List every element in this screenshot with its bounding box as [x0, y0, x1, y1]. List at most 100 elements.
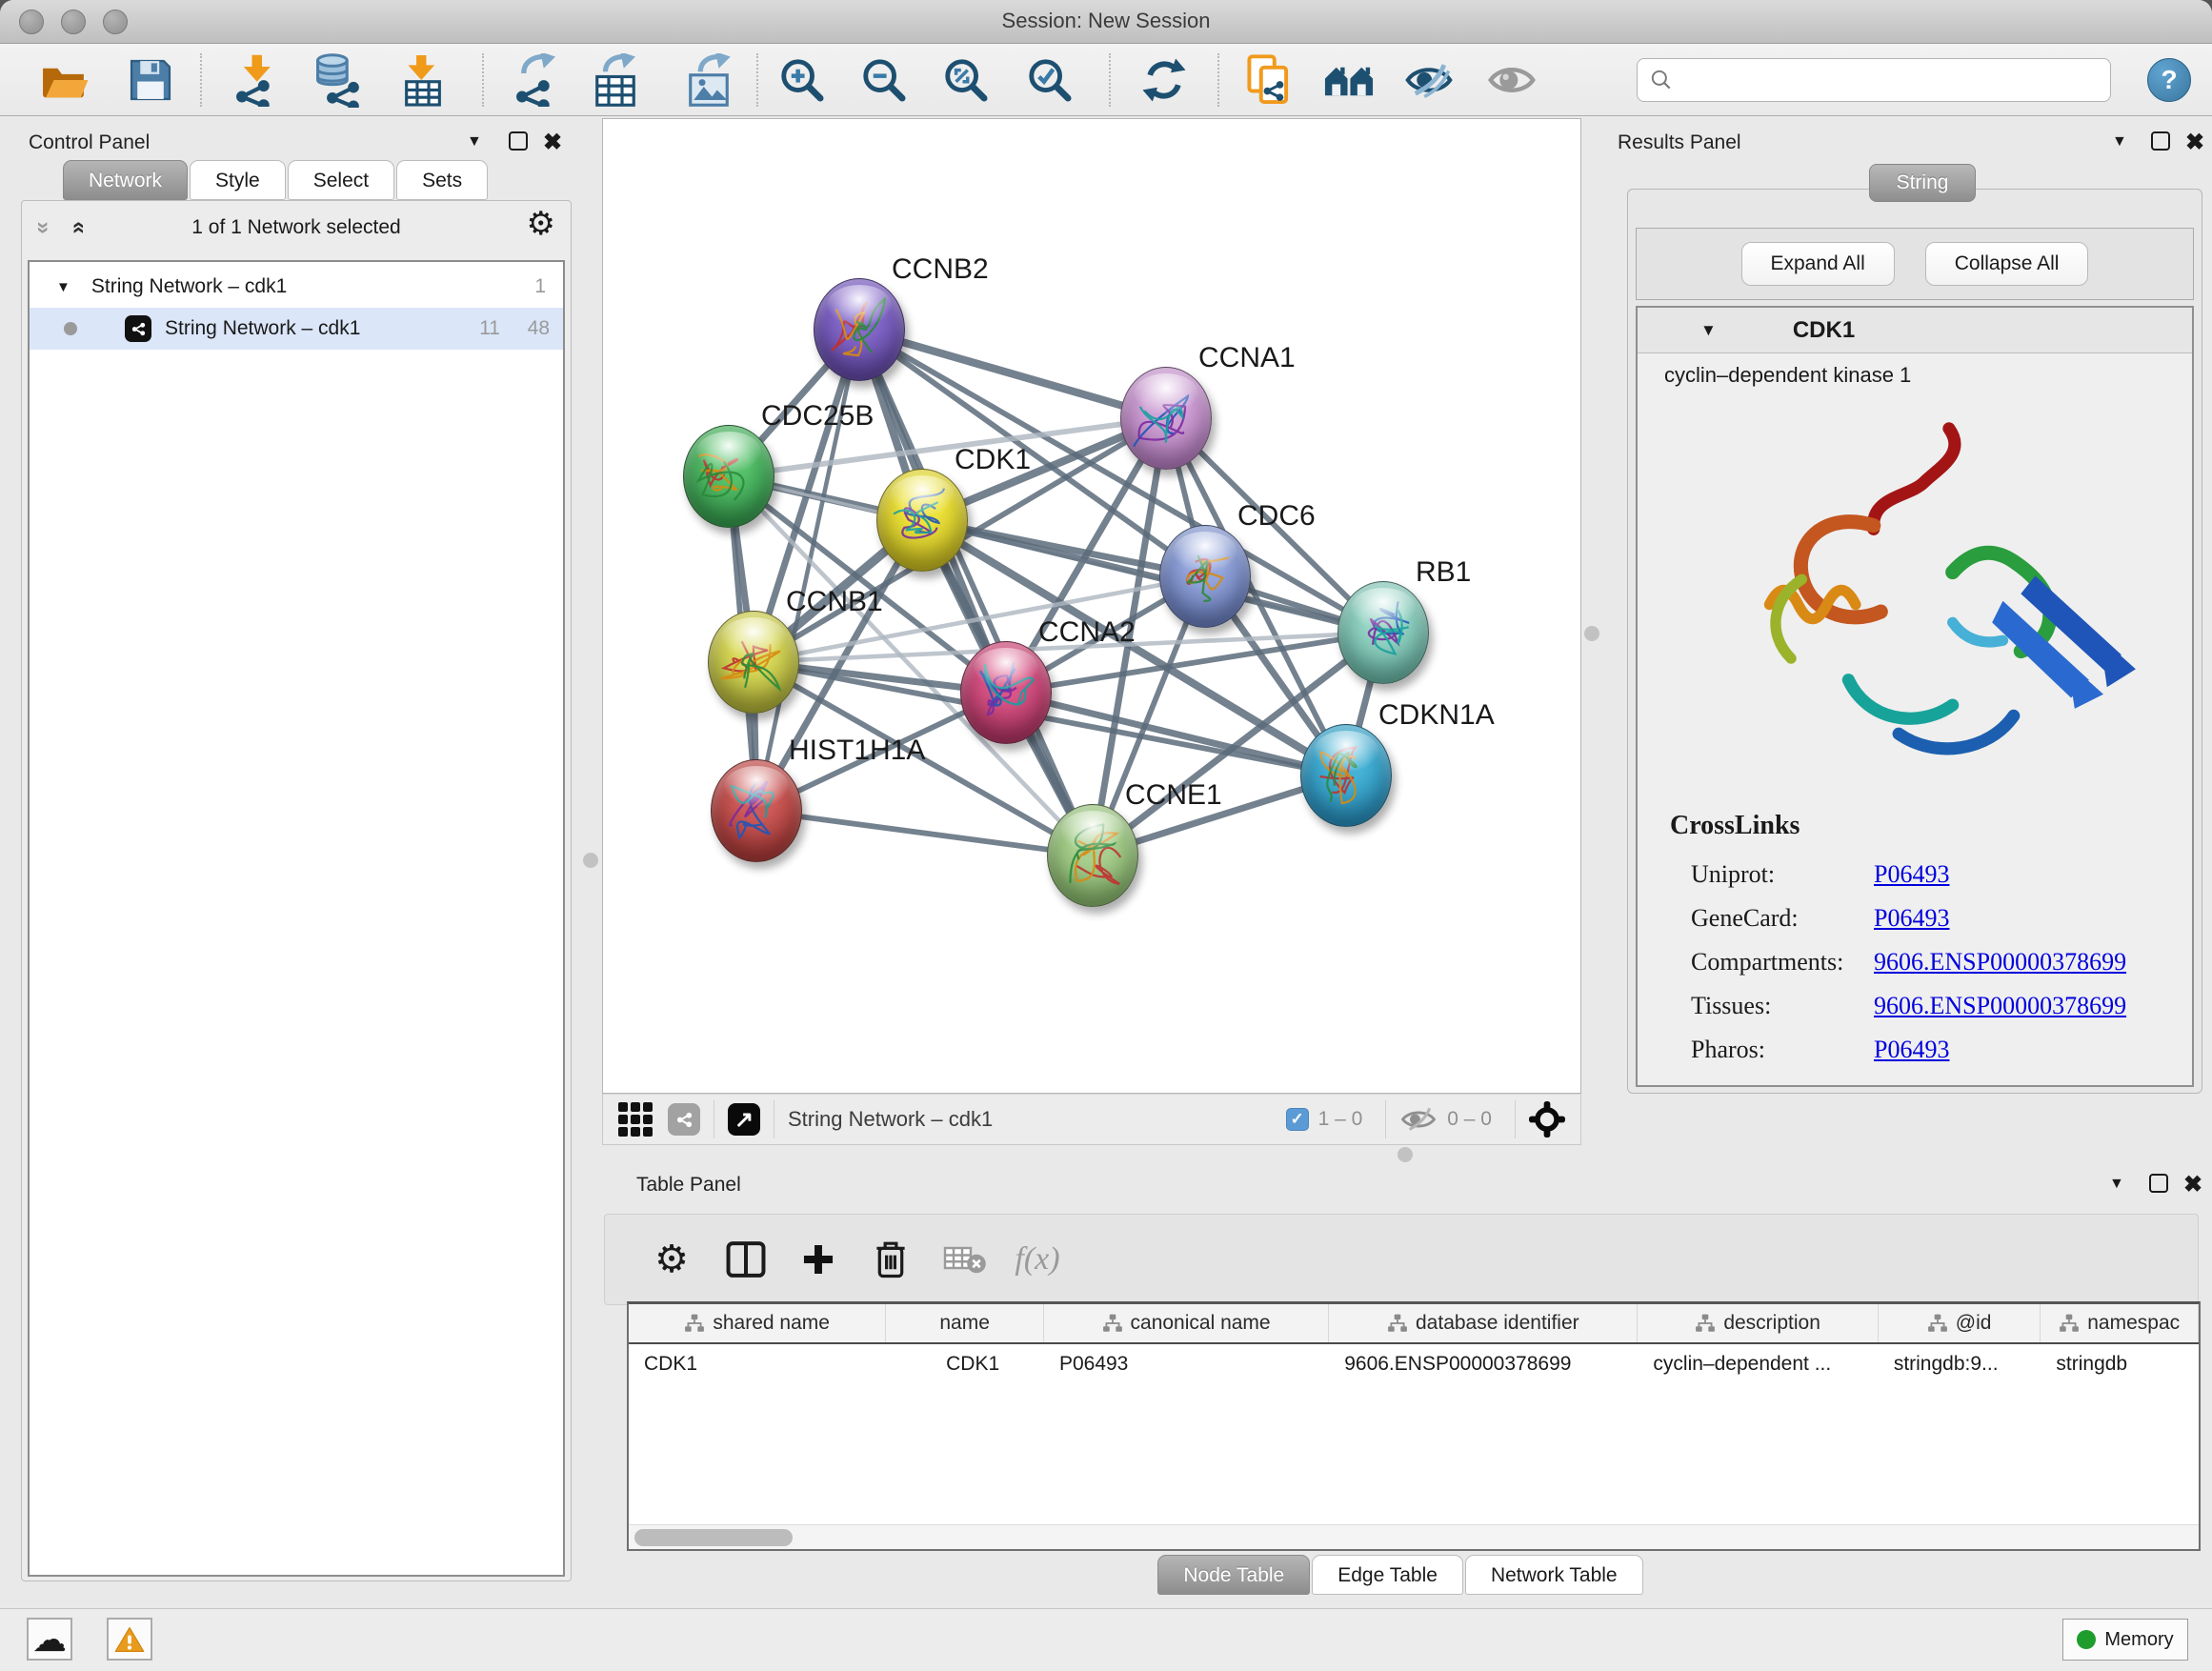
tree-expand-caret-icon[interactable]: ▼ — [56, 279, 70, 295]
search-input[interactable] — [1674, 61, 2110, 99]
table-row[interactable]: CDK1CDK1P064939606.ENSP00000378699cyclin… — [629, 1344, 2199, 1384]
column-header-database-identifier[interactable]: database identifier — [1329, 1304, 1638, 1342]
table-cell[interactable]: P06493 — [1044, 1344, 1329, 1384]
network-row-selected[interactable]: String Network – cdk1 11 48 — [30, 308, 563, 350]
export-image-button[interactable] — [681, 52, 736, 108]
import-table-from-file-button[interactable] — [395, 52, 451, 108]
hide-graphics-details-button[interactable] — [1401, 52, 1457, 108]
birdseye-grid-icon[interactable] — [618, 1102, 653, 1137]
table-cell[interactable]: 9606.ENSP00000378699 — [1329, 1344, 1638, 1384]
open-in-window-button[interactable]: ↗ — [728, 1103, 760, 1136]
show-graphics-details-button[interactable] — [1484, 52, 1539, 108]
warnings-button[interactable] — [107, 1618, 152, 1661]
delete-column-trash-icon[interactable] — [866, 1235, 915, 1284]
tab-select[interactable]: Select — [288, 160, 394, 200]
node-RB1[interactable] — [1337, 581, 1429, 684]
horizontal-scrollbar[interactable] — [629, 1524, 2199, 1549]
float-panel-icon[interactable] — [509, 131, 528, 151]
add-column-plus-icon[interactable] — [794, 1235, 843, 1284]
export-table-button[interactable] — [588, 52, 643, 108]
crosslink-value-link[interactable]: P06493 — [1874, 860, 1949, 889]
network-collection-row[interactable]: ▼ String Network – cdk1 1 — [30, 266, 563, 308]
float-panel-icon[interactable] — [2149, 1174, 2168, 1193]
crosslink-label: Tissues: — [1691, 992, 1771, 1019]
share-icon — [131, 321, 147, 337]
close-panel-icon[interactable]: ✖ — [2185, 129, 2204, 156]
import-table-icon — [398, 53, 448, 107]
column-header-namespac[interactable]: namespac — [2041, 1304, 2199, 1342]
tab-node-table[interactable]: Node Table — [1157, 1555, 1310, 1595]
node-CCNE1[interactable] — [1047, 804, 1138, 907]
delete-table-icon[interactable] — [940, 1235, 990, 1284]
column-header-canonical-name[interactable]: canonical name — [1044, 1304, 1329, 1342]
function-builder-icon[interactable]: f(x) — [1013, 1235, 1062, 1284]
export-network-button[interactable] — [508, 52, 563, 108]
table-cell[interactable]: cyclin–dependent ... — [1638, 1344, 1878, 1384]
selected-checkbox[interactable]: ✓ — [1286, 1108, 1309, 1131]
node-CDC25B[interactable] — [683, 425, 774, 528]
entry-collapse-caret-icon[interactable]: ▼ — [1700, 321, 1717, 340]
close-panel-icon[interactable]: ✖ — [543, 129, 562, 156]
node-CCNA2[interactable] — [960, 641, 1052, 744]
crosslink-value-link[interactable]: P06493 — [1874, 904, 1949, 933]
close-panel-icon[interactable]: ✖ — [2183, 1171, 2202, 1198]
bottom-splitter-handle[interactable] — [1398, 1147, 1413, 1162]
node-CDK1[interactable] — [876, 469, 968, 572]
float-panel-icon[interactable] — [2151, 131, 2170, 151]
zoom-selected-button[interactable] — [1022, 52, 1077, 108]
table-settings-gear-icon[interactable]: ⚙ — [647, 1235, 696, 1284]
edge-HIST1H1A-CCNE1[interactable] — [756, 811, 1093, 856]
show-columns-icon[interactable] — [721, 1235, 771, 1284]
node-CDKN1A[interactable] — [1300, 724, 1392, 827]
network-canvas[interactable]: CCNB2CCNA1CDC25BCDK1CDC6RB1CCNB1CCNA2CDK… — [602, 118, 1581, 1094]
column-header--id[interactable]: @id — [1879, 1304, 2041, 1342]
crosslink-value-link[interactable]: 9606.ENSP00000378699 — [1874, 992, 2126, 1020]
left-splitter-handle[interactable] — [583, 853, 598, 868]
clone-network-button[interactable] — [1241, 52, 1297, 108]
network-options-gear-icon[interactable]: ⚙ — [527, 205, 555, 243]
node-HIST1H1A[interactable] — [711, 759, 802, 862]
scrollbar-thumb[interactable] — [634, 1529, 793, 1546]
column-header-description[interactable]: description — [1638, 1304, 1878, 1342]
network-overview-button[interactable] — [1321, 52, 1377, 108]
table-cell[interactable]: stringdb — [2041, 1344, 2199, 1384]
fit-content-button[interactable] — [938, 52, 994, 108]
save-session-button[interactable] — [123, 52, 178, 108]
crosslink-value-link[interactable]: 9606.ENSP00000378699 — [1874, 948, 2126, 976]
pan-crosshair-icon[interactable] — [1529, 1101, 1565, 1137]
node-CCNB2[interactable] — [814, 278, 905, 381]
edge-CCNB2-CCNE1[interactable] — [859, 330, 1093, 856]
tab-sets[interactable]: Sets — [396, 160, 488, 200]
help-button[interactable]: ? — [2147, 58, 2191, 102]
collapse-all-button[interactable]: Collapse All — [1925, 242, 2089, 286]
node-CDC6[interactable] — [1159, 525, 1251, 628]
node-CCNB1[interactable] — [708, 611, 799, 714]
right-splitter-handle[interactable] — [1584, 626, 1599, 641]
entry-header[interactable]: ▼ CDK1 — [1638, 308, 2192, 353]
tab-network[interactable]: Network — [63, 160, 188, 200]
zoom-in-button[interactable] — [774, 52, 830, 108]
column-header-name[interactable]: name — [886, 1304, 1044, 1342]
table-cell[interactable]: CDK1 — [629, 1344, 886, 1384]
open-session-button[interactable] — [37, 52, 92, 108]
memory-button[interactable]: Memory — [2062, 1619, 2188, 1661]
table-cell[interactable]: CDK1 — [886, 1344, 1044, 1384]
crosslink-value-link[interactable]: P06493 — [1874, 1036, 1949, 1064]
import-network-from-file-button[interactable] — [228, 52, 283, 108]
apply-preferred-layout-button[interactable] — [1136, 52, 1192, 108]
panel-menu-caret-icon[interactable]: ▼ — [2112, 133, 2127, 151]
expand-all-button[interactable]: Expand All — [1741, 242, 1895, 286]
cloud-button[interactable]: ☁ — [27, 1618, 72, 1661]
column-header-shared-name[interactable]: shared name — [629, 1304, 886, 1342]
import-network-from-database-button[interactable] — [310, 52, 365, 108]
zoom-out-button[interactable] — [856, 52, 912, 108]
node-CCNA1[interactable] — [1120, 367, 1212, 470]
table-cell[interactable]: stringdb:9... — [1879, 1344, 2041, 1384]
tab-edge-table[interactable]: Edge Table — [1312, 1555, 1463, 1595]
network-share-icon[interactable] — [668, 1103, 700, 1136]
panel-menu-caret-icon[interactable]: ▼ — [467, 133, 482, 151]
tab-string[interactable]: String — [1869, 164, 1976, 202]
tab-network-table[interactable]: Network Table — [1465, 1555, 1643, 1595]
panel-menu-caret-icon[interactable]: ▼ — [2109, 1176, 2124, 1193]
tab-style[interactable]: Style — [190, 160, 286, 200]
